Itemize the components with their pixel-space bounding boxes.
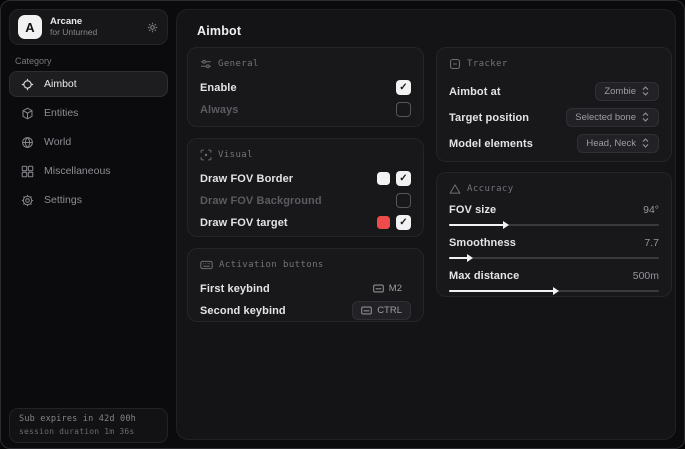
chevrons-up-down-icon: [641, 138, 650, 148]
page-title: Aimbot: [197, 24, 241, 38]
keyboard-icon: [361, 306, 372, 315]
second-keybind-button[interactable]: CTRL: [352, 301, 411, 320]
gear-icon[interactable]: [146, 21, 159, 34]
aimbot-at-select[interactable]: Zombie: [595, 82, 659, 101]
fov-target-checkbox[interactable]: ✓: [396, 215, 411, 230]
app-subtitle: for Unturned: [50, 28, 146, 38]
slider-fill: [449, 224, 504, 226]
fov-background-checkbox[interactable]: [396, 193, 411, 208]
sidebar-item-world[interactable]: World: [9, 129, 168, 155]
app-window: A Arcane for Unturned Category Aimbot: [0, 0, 685, 449]
max-distance-label: Max distance: [449, 270, 519, 282]
keyboard-icon: [373, 284, 384, 293]
frame-minus-icon: [449, 58, 461, 70]
sub-expires-text: Sub expires in 42d 00h: [19, 414, 158, 424]
first-keybind-label: First keybind: [200, 283, 270, 295]
section-title: Tracker: [467, 59, 508, 69]
layout-grid-icon: [21, 165, 34, 178]
gear-icon: [21, 194, 34, 207]
visual-section: Visual Draw FOV Border ✓ Draw FOV Backgr…: [187, 138, 424, 237]
first-keybind-button[interactable]: M2: [364, 279, 411, 298]
max-distance-value: 500m: [633, 270, 659, 282]
enable-label: Enable: [200, 82, 237, 94]
fov-target-color-swatch[interactable]: [377, 216, 390, 229]
section-title: Accuracy: [467, 184, 514, 194]
fov-size-slider[interactable]: [449, 224, 659, 226]
fov-border-label: Draw FOV Border: [200, 173, 293, 185]
slider-fill: [449, 290, 554, 292]
sidebar-item-miscellaneous[interactable]: Miscellaneous: [9, 158, 168, 184]
second-keybind-label: Second keybind: [200, 305, 286, 317]
target-position-label: Target position: [449, 112, 529, 124]
enable-checkbox[interactable]: ✓: [396, 80, 411, 95]
smoothness-value: 7.7: [644, 237, 659, 249]
sidebar-item-label: World: [44, 136, 71, 148]
chevrons-up-down-icon: [641, 86, 650, 96]
sliders-icon: [200, 58, 212, 70]
category-label: Category: [15, 56, 52, 66]
globe-icon: [21, 136, 34, 149]
model-elements-label: Model elements: [449, 138, 533, 150]
general-section: General Enable ✓ Always: [187, 47, 424, 127]
sidebar-nav: Aimbot Entities World Miscellaneous: [9, 71, 168, 216]
fov-border-checkbox[interactable]: ✓: [396, 171, 411, 186]
select-value: Selected bone: [575, 111, 636, 124]
scan-eye-icon: [200, 149, 212, 161]
section-title: General: [218, 59, 259, 69]
app-name: Arcane: [50, 17, 146, 28]
chevrons-up-down-icon: [641, 112, 650, 122]
sidebar-item-entities[interactable]: Entities: [9, 100, 168, 126]
select-value: Zombie: [604, 85, 636, 98]
select-value: Head, Neck: [586, 137, 636, 150]
keyboard-icon: [200, 259, 213, 271]
subscription-status-card: Sub expires in 42d 00h session duration …: [9, 408, 168, 443]
sidebar-item-label: Aimbot: [44, 78, 77, 90]
sidebar-item-label: Miscellaneous: [44, 165, 111, 177]
section-title: Visual: [218, 150, 253, 160]
app-logo: A: [18, 15, 42, 39]
fov-target-label: Draw FOV target: [200, 217, 288, 229]
keybind-value: CTRL: [377, 304, 402, 317]
session-duration-text: session duration 1m 36s: [19, 427, 158, 436]
tracker-section: Tracker Aimbot at Zombie Target position…: [436, 47, 672, 162]
sidebar-item-settings[interactable]: Settings: [9, 187, 168, 213]
sidebar-item-label: Entities: [44, 107, 78, 119]
sidebar-item-aimbot[interactable]: Aimbot: [9, 71, 168, 97]
accuracy-section: Accuracy FOV size 94° Smoothness 7.7: [436, 172, 672, 297]
triangle-icon: [449, 183, 461, 195]
aimbot-at-label: Aimbot at: [449, 86, 501, 98]
max-distance-slider[interactable]: [449, 290, 659, 292]
sidebar-item-label: Settings: [44, 194, 82, 206]
app-header-card: A Arcane for Unturned: [9, 9, 168, 45]
slider-fill: [449, 257, 468, 259]
crosshair-icon: [21, 78, 34, 91]
fov-size-value: 94°: [643, 204, 659, 216]
activation-section: Activation buttons First keybind M2 Seco…: [187, 248, 424, 322]
sidebar: A Arcane for Unturned Category Aimbot: [1, 1, 176, 448]
fov-size-label: FOV size: [449, 204, 496, 216]
main-panel: Aimbot General Enable ✓ Always: [176, 9, 676, 440]
always-checkbox[interactable]: [396, 102, 411, 117]
section-title: Activation buttons: [219, 260, 324, 270]
model-elements-select[interactable]: Head, Neck: [577, 134, 659, 153]
fov-border-color-swatch[interactable]: [377, 172, 390, 185]
target-position-select[interactable]: Selected bone: [566, 108, 659, 127]
always-label: Always: [200, 104, 239, 116]
entities-icon: [21, 107, 34, 120]
keybind-value: M2: [389, 282, 402, 295]
fov-background-label: Draw FOV Background: [200, 195, 322, 207]
smoothness-label: Smoothness: [449, 237, 516, 249]
smoothness-slider[interactable]: [449, 257, 659, 259]
